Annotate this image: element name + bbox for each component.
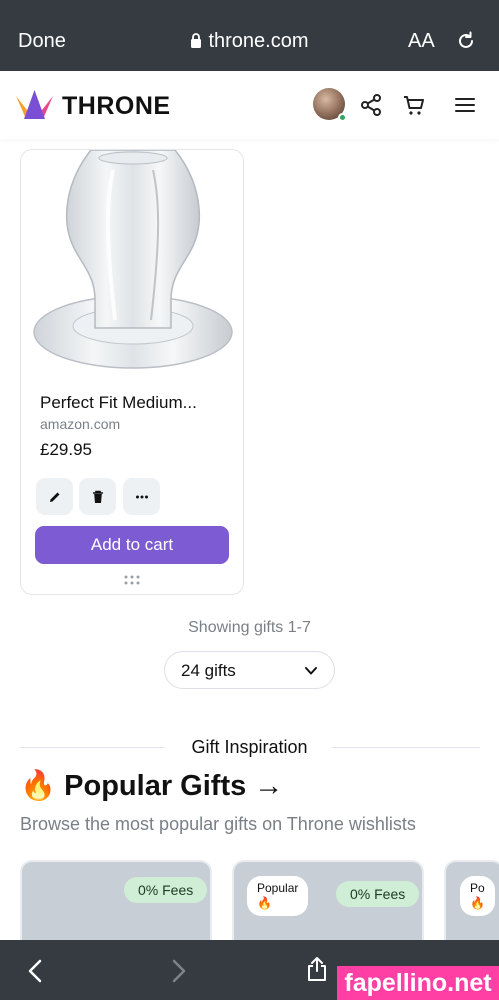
menu-icon[interactable] (453, 93, 477, 117)
add-to-cart-button[interactable]: Add to cart (35, 526, 229, 564)
popular-badge-label: Po (470, 881, 485, 895)
text-size-label: AA (408, 30, 435, 52)
popular-gifts-link[interactable]: 🔥 Popular Gifts → (20, 769, 283, 803)
chevron-down-icon (305, 667, 317, 675)
browser-top-bar: Done throne.com AA (0, 0, 499, 71)
online-status-dot (338, 113, 347, 122)
more-button[interactable] (123, 478, 160, 515)
cart-icon[interactable] (402, 93, 426, 117)
delete-button[interactable] (79, 478, 116, 515)
share-icon[interactable] (359, 93, 383, 117)
section-label: Gift Inspiration (191, 737, 308, 757)
popular-gifts-subtitle: Browse the most popular gifts on Throne … (20, 814, 416, 834)
lock-icon (190, 31, 202, 48)
reload-icon[interactable] (455, 30, 477, 52)
watermark: fapellino.net (337, 966, 499, 1000)
more-icon (135, 495, 148, 498)
product-source: amazon.com (40, 416, 121, 432)
text-size-button[interactable]: AA (408, 30, 435, 53)
showing-count: Showing gifts 1-7 (188, 619, 311, 636)
page-size-select[interactable]: 24 gifts (164, 651, 335, 689)
product-image[interactable] (31, 150, 235, 380)
fees-badge: 0% Fees (124, 877, 208, 903)
fees-badge: 0% Fees (336, 881, 420, 907)
product-price: £29.95 (40, 440, 92, 459)
forward-icon[interactable] (167, 958, 189, 984)
back-icon[interactable] (25, 958, 47, 984)
trash-icon (92, 490, 103, 503)
url-text: throne.com (208, 30, 309, 52)
edit-button[interactable] (36, 478, 73, 515)
brand-name[interactable]: THRONE (62, 92, 171, 121)
throne-logo-icon[interactable] (16, 90, 53, 119)
popular-badge-label: Popular (257, 881, 299, 895)
popular-badge: Popular 🔥 (247, 876, 309, 916)
site-header: THRONE (0, 71, 499, 139)
product-title[interactable]: Perfect Fit Medium... (40, 393, 197, 413)
popular-badge: Po 🔥 (460, 876, 495, 916)
edit-icon (49, 492, 59, 502)
drag-handle-icon[interactable] (122, 574, 142, 586)
fire-icon: 🔥 (257, 896, 272, 910)
fire-icon: 🔥 (470, 896, 485, 910)
page-size-value: 24 gifts (181, 661, 236, 680)
product-card[interactable]: Perfect Fit Medium... amazon.com £29.95 … (20, 149, 244, 595)
share-sheet-icon[interactable] (306, 956, 328, 982)
